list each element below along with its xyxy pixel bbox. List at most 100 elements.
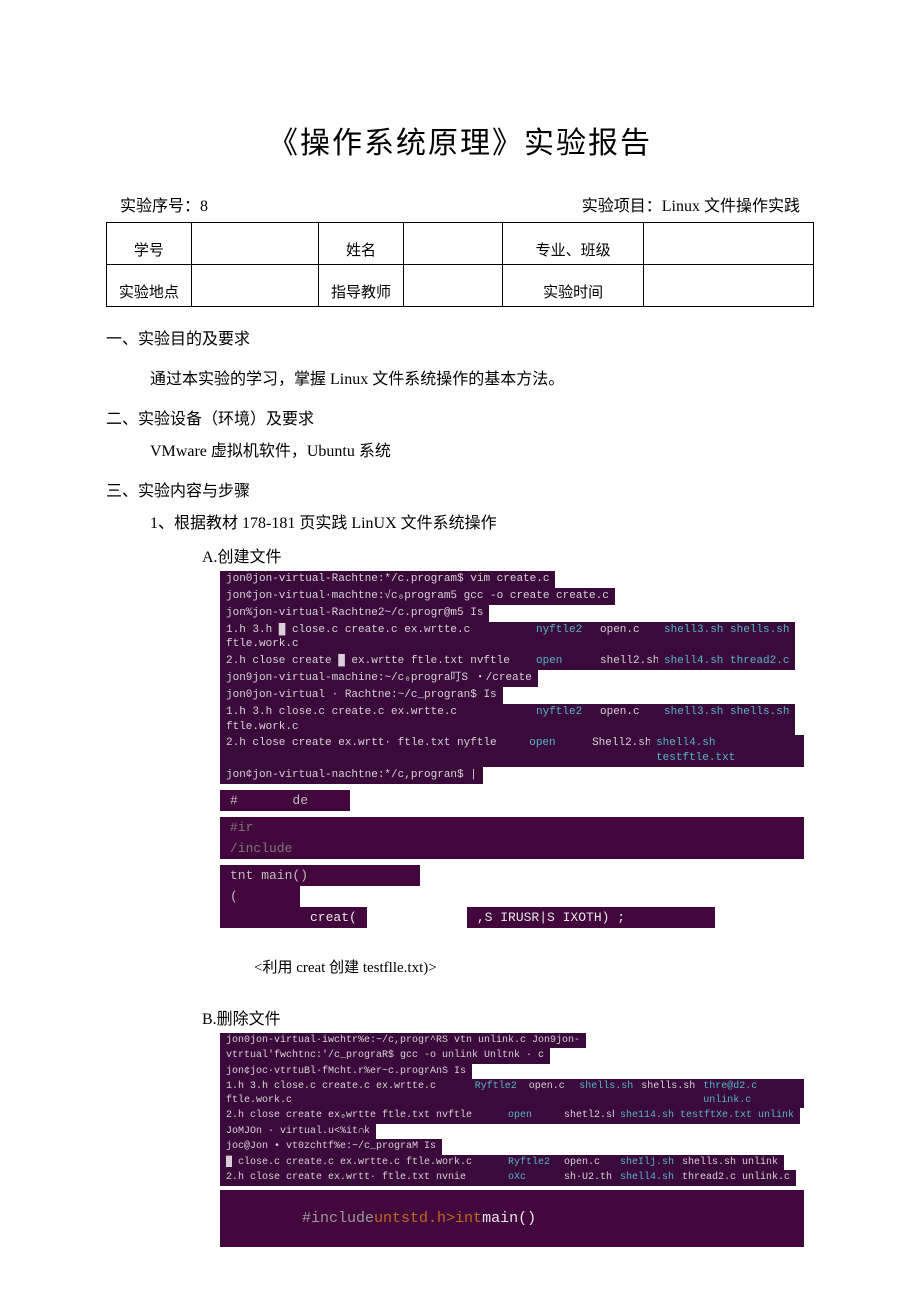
term-line: jon0jon-virtual · Rachtne:~/c_progran$ I… (220, 687, 503, 704)
term-seg: open.c (594, 622, 658, 654)
term-seg: shell4.sh (614, 1170, 676, 1186)
code-line: tnt main() (220, 865, 420, 886)
term-seg: 1.h 3.h close.c create.c ex.wrtte.c ftle… (220, 704, 530, 736)
table-row: 实验地点 指导教师 实验时间 (107, 265, 814, 307)
terminal-output-B: jon0jon-virtual·iwchtr%e:~/c,progr^RS vt… (220, 1033, 804, 1186)
term-seg: shell4.sh testftle.txt (650, 735, 804, 767)
step-1: 1、根据教材 178-181 页实践 LinUX 文件系统操作 (150, 509, 814, 533)
term-seg: thread2.c unlink.c (676, 1170, 796, 1186)
term-line: 1.h 3.h █ close.c create.c ex.wrtte.c ft… (220, 622, 804, 654)
term-seg: shell4.sh thread2.c (658, 653, 795, 670)
term-seg: sh·U2.th (558, 1170, 614, 1186)
subsection-B: B.删除文件 (202, 1005, 814, 1029)
term-seg: thre@d2.c unlink.c (697, 1079, 804, 1108)
term-seg: 2.h close create ex.wrtt· ftle.txt nyftl… (220, 735, 523, 767)
term-line: 2.h close create █ ex.wrtte ftle.txt nvf… (220, 653, 804, 670)
code-seg: creat( (300, 907, 367, 928)
cell-student-id-value (191, 223, 318, 265)
term-seg: Ryftle2 (502, 1155, 558, 1171)
term-seg: nyftle2 (530, 704, 594, 736)
term-seg: 2.h close create ex₀wrtte ftle.txt nvftl… (220, 1108, 502, 1124)
term-line: 2.h close create ex.wrtt· ftle.txt nyftl… (220, 735, 804, 767)
cell-class-value (644, 223, 814, 265)
term-seg: shells.sh unlink (676, 1155, 784, 1171)
code-seg: #include (302, 1210, 374, 1227)
term-seg: nyftle2 (530, 622, 594, 654)
term-seg: shell3.sh shells.sh (658, 622, 795, 654)
term-line: 2.h close create ex.wrtt· ftle.txt nvnie… (220, 1170, 804, 1186)
code-block-B: #includeuntstd.h>intmain() (220, 1190, 804, 1247)
term-seg: sheIlj.sh (614, 1155, 676, 1171)
cell-student-id-label: 学号 (107, 223, 192, 265)
term-seg: shetl2.sh (558, 1108, 614, 1124)
cell-location-label: 实验地点 (107, 265, 192, 307)
doc-title: 《操作系统原理》实验报告 (106, 118, 814, 162)
code-seg: int (455, 1210, 482, 1227)
term-seg: shell2.sh (594, 653, 658, 670)
code-seg: main() (482, 1210, 536, 1227)
cell-name-label: 姓名 (319, 223, 404, 265)
info-table: 学号 姓名 专业、班级 实验地点 指导教师 实验时间 (106, 222, 814, 307)
section-1-body: 通过本实验的学习，掌握 Linux 文件系统操作的基本方法。 (150, 365, 814, 389)
term-seg: 2.h close create █ ex.wrtte ftle.txt nvf… (220, 653, 530, 670)
term-line: jon¢jon-virtual-nachtne:*/c,progran$ | (220, 767, 483, 784)
cell-teacher-label: 指导教师 (319, 265, 404, 307)
term-line: JoMJOn · virtual.u<%it∩k (220, 1124, 376, 1140)
code-seg: ,S IRUSR|S IXOTH) ; (467, 907, 635, 928)
exp-seq: 实验序号：8 (120, 192, 208, 216)
term-seg: █ close.c create.c ex.wrtte.c ftle.work.… (220, 1155, 502, 1171)
term-seg: 2.h close create ex.wrtt· ftle.txt nvnie (220, 1170, 502, 1186)
section-2-title: 二、实验设备（环境）及要求 (106, 405, 814, 429)
code-line: # de (220, 790, 350, 811)
term-seg: open.c (523, 1079, 574, 1108)
term-seg: 1.h 3.h █ close.c create.c ex.wrtte.c ft… (220, 622, 530, 654)
term-line: █ close.c create.c ex.wrtte.c ftle.work.… (220, 1155, 804, 1171)
term-line: joc@Jon • vt0zchtf%e:~/c_prograM Is (220, 1139, 442, 1155)
code-block-A: # de #ir /include tnt main() ( creat( ,S… (220, 790, 804, 928)
code-line: /include (220, 838, 804, 859)
term-seg: she114.sh testftXe.txt unlink (614, 1108, 800, 1124)
term-seg: oXc (502, 1170, 558, 1186)
term-seg: 1.h 3.h close.c create.c ex.wrtte.c ftle… (220, 1079, 469, 1108)
code-line: #ir (220, 817, 804, 838)
term-line: jon¢jon-virtual·machtne:√c₀program5 gcc … (220, 588, 615, 605)
caption-A: <利用 creat 创建 testflle.txt)> (254, 956, 814, 977)
section-1-title: 一、实验目的及要求 (106, 325, 814, 349)
term-seg: open.c (558, 1155, 614, 1171)
term-seg: Shell2.sh (586, 735, 650, 767)
term-seg: shells.sh (573, 1079, 635, 1108)
cell-location-value (191, 265, 318, 307)
term-line: jon0jon-virtual-Rachtne:*/c.program$ vim… (220, 571, 555, 588)
code-line: ( (220, 886, 300, 907)
term-line: vtrtual'fwchtnc:'/c_prograR$ gcc -o unli… (220, 1048, 550, 1064)
term-seg: shells.sh (635, 1079, 697, 1108)
cell-name-value (403, 223, 502, 265)
cell-time-value (644, 265, 814, 307)
term-line: jon%jon-virtual-Rachtne2~/c.progr@m5 Is (220, 605, 489, 622)
page: 《操作系统原理》实验报告 实验序号：8 实验项目：Linux 文件操作实践 学号… (0, 0, 920, 1307)
term-line: jon0jon-virtual·iwchtr%e:~/c,progr^RS vt… (220, 1033, 586, 1049)
terminal-output-A: jon0jon-virtual-Rachtne:*/c.program$ vim… (220, 571, 804, 784)
term-seg: Ryftle2 (469, 1079, 523, 1108)
code-seg (220, 907, 300, 928)
cell-time-label: 实验时间 (502, 265, 643, 307)
term-line: 2.h close create ex₀wrtte ftle.txt nvftl… (220, 1108, 804, 1124)
exp-project: 实验项目：Linux 文件操作实践 (582, 192, 800, 216)
term-line: jon9jon-virtual-machine:~/c₀progra叮S ・/c… (220, 670, 538, 687)
meta-row: 实验序号：8 实验项目：Linux 文件操作实践 (120, 192, 800, 216)
code-seg: untstd.h> (374, 1210, 455, 1227)
cell-teacher-value (403, 265, 502, 307)
term-seg: open (530, 653, 594, 670)
code-line: #includeuntstd.h>intmain() (220, 1190, 804, 1247)
section-2-body: VMware 虚拟机软件，Ubuntu 系统 (150, 437, 814, 461)
subsection-A: A.创建文件 (202, 543, 814, 567)
code-seg (635, 907, 715, 928)
term-seg: open (502, 1108, 558, 1124)
table-row: 学号 姓名 专业、班级 (107, 223, 814, 265)
term-line: 1.h 3.h close.c create.c ex.wrtte.c ftle… (220, 704, 804, 736)
cell-class-label: 专业、班级 (502, 223, 643, 265)
term-line: 1.h 3.h close.c create.c ex.wrtte.c ftle… (220, 1079, 804, 1108)
section-3-title: 三、实验内容与步骤 (106, 477, 814, 501)
term-seg: shell3.sh shells.sh (658, 704, 795, 736)
term-line: jon¢joc·vtrtuВl·fMcht.r%er~c.progrAnS Is (220, 1064, 472, 1080)
